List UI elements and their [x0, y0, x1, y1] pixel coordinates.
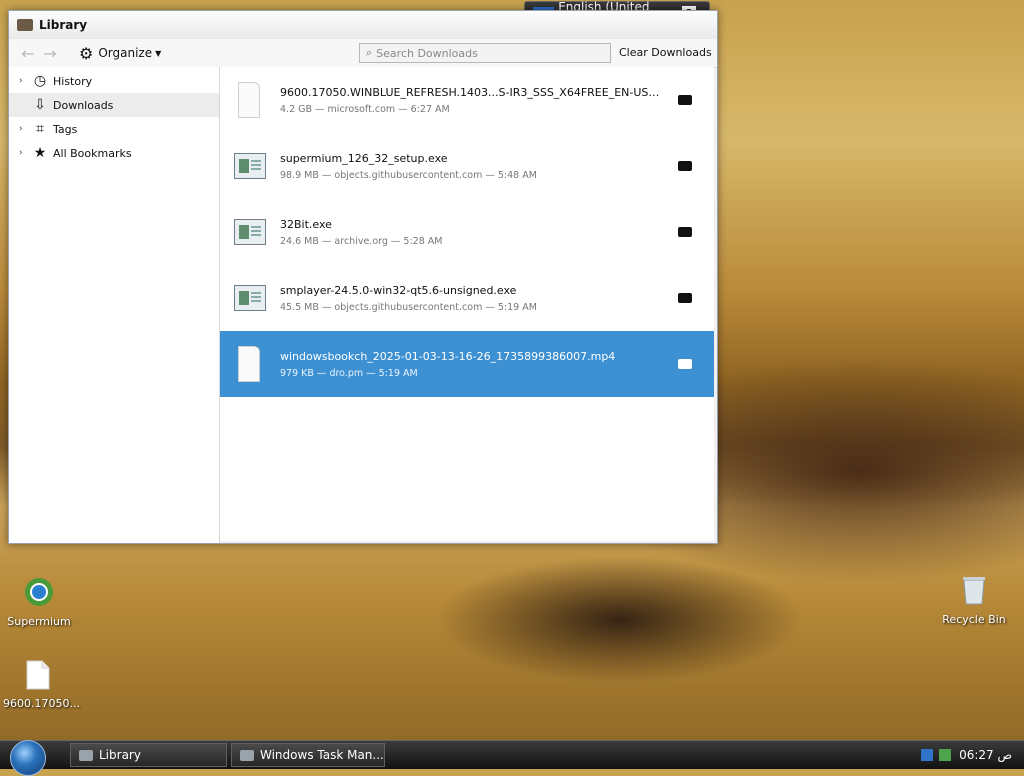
desktop-icon-label: Supermium — [7, 615, 71, 628]
toolbar: ← → ⚙ Organize ▼ ⌕ Search Downloads Clea… — [9, 39, 717, 68]
folder-icon[interactable] — [678, 95, 692, 105]
downloads-list: 9600.17050.WINBLUE_REFRESH.1403...S-IR3_… — [220, 67, 714, 541]
task-manager-icon — [240, 749, 254, 761]
download-name: 32Bit.exe — [280, 217, 332, 231]
library-icon — [17, 19, 33, 31]
sidebar-item-all-bookmarks[interactable]: › ★ All Bookmarks — [9, 141, 219, 165]
expand-arrow-icon[interactable]: › — [19, 76, 31, 86]
gear-icon: ⚙ — [79, 43, 94, 63]
library-window[interactable]: Library ← → ⚙ Organize ▼ ⌕ Search Downlo… — [8, 10, 718, 544]
start-button[interactable] — [10, 740, 46, 776]
download-icon: ⇩ — [34, 97, 46, 113]
sidebar-item-label: Tags — [53, 122, 78, 136]
download-item[interactable]: 9600.17050.WINBLUE_REFRESH.1403...S-IR3_… — [220, 67, 714, 133]
sidebar: › ◷ History ⇩ Downloads › ⌗ Tags › ★ All… — [9, 67, 220, 543]
folder-icon[interactable] — [678, 227, 692, 237]
title-bar[interactable]: Library — [9, 11, 717, 39]
window-title: Library — [39, 18, 88, 32]
clock-icon: ◷ — [33, 73, 47, 89]
document-icon — [238, 346, 260, 382]
search-placeholder: Search Downloads — [376, 46, 478, 60]
taskbar-button-label: Library — [99, 748, 141, 762]
folder-icon[interactable] — [678, 161, 692, 171]
download-meta: 979 KB — dro.pm — 5:19 AM — [280, 367, 418, 379]
tray-icon[interactable] — [921, 749, 934, 761]
folder-icon[interactable] — [678, 359, 692, 369]
file-icon — [3, 660, 73, 693]
clock[interactable]: 06:27 ص — [959, 748, 1012, 762]
search-icon: ⌕ — [366, 46, 373, 59]
sidebar-item-label: History — [53, 74, 93, 88]
sidebar-item-downloads[interactable]: ⇩ Downloads — [9, 93, 219, 117]
expand-arrow-icon[interactable]: › — [19, 124, 31, 134]
document-icon — [238, 82, 260, 118]
download-meta: 98.9 MB — objects.githubusercontent.com … — [280, 169, 537, 181]
forward-icon[interactable]: → — [39, 44, 61, 63]
desktop-icon-label: Recycle Bin — [942, 613, 1006, 626]
supermium-icon — [4, 576, 74, 611]
taskbar-button-library[interactable]: Library — [70, 743, 227, 767]
sidebar-item-label: All Bookmarks — [53, 146, 132, 160]
sidebar-item-tags[interactable]: › ⌗ Tags — [9, 117, 219, 141]
download-name: windowsbookch_2025-01-03-13-16-26_173589… — [280, 349, 616, 363]
download-item[interactable]: supermium_126_32_setup.exe 98.9 MB — obj… — [220, 133, 714, 199]
desktop-icon-file[interactable]: 9600.17050... — [3, 660, 80, 710]
taskbar-button-task-manager[interactable]: Windows Task Man... — [231, 743, 385, 767]
sidebar-item-history[interactable]: › ◷ History — [9, 69, 219, 93]
library-icon — [79, 749, 93, 761]
search-input[interactable]: ⌕ Search Downloads — [359, 43, 611, 63]
sidebar-item-label: Downloads — [53, 98, 114, 112]
organize-button[interactable]: ⚙ Organize ▼ — [79, 44, 161, 63]
download-name: supermium_126_32_setup.exe — [280, 151, 448, 165]
network-icon[interactable] — [939, 749, 952, 761]
desktop-icon-supermium[interactable]: Supermium — [4, 576, 74, 628]
exe-icon — [234, 153, 266, 179]
exe-icon — [234, 219, 266, 245]
download-item[interactable]: 32Bit.exe 24.6 MB — archive.org — 5:28 A… — [220, 199, 714, 265]
download-name: 9600.17050.WINBLUE_REFRESH.1403...S-IR3_… — [280, 85, 660, 99]
download-meta: 45.5 MB — objects.githubusercontent.com … — [280, 301, 537, 313]
folder-icon[interactable] — [678, 293, 692, 303]
download-name: smplayer-24.5.0-win32-qt5.6-unsigned.exe — [280, 283, 517, 297]
expand-arrow-icon[interactable]: › — [19, 148, 31, 158]
organize-label: Organize — [98, 46, 153, 60]
back-icon[interactable]: ← — [17, 44, 39, 63]
tag-icon: ⌗ — [36, 121, 44, 137]
download-item[interactable]: smplayer-24.5.0-win32-qt5.6-unsigned.exe… — [220, 265, 714, 331]
system-tray: 06:27 ص — [921, 741, 1024, 769]
taskbar-button-label: Windows Task Man... — [260, 748, 384, 762]
exe-icon — [234, 285, 266, 311]
recycle-bin-icon — [939, 574, 1009, 609]
taskbar: Library Windows Task Man... 06:27 ص — [0, 740, 1024, 776]
download-item-selected[interactable]: windowsbookch_2025-01-03-13-16-26_173589… — [220, 331, 714, 397]
download-meta: 4.2 GB — microsoft.com — 6:27 AM — [280, 103, 450, 115]
clear-downloads-button[interactable]: Clear Downloads — [619, 46, 712, 59]
chevron-down-icon: ▼ — [155, 48, 162, 58]
star-icon: ★ — [33, 145, 47, 161]
desktop-icon-recycle-bin[interactable]: Recycle Bin — [939, 574, 1009, 626]
desktop-icon-label: 9600.17050... — [3, 697, 80, 710]
download-meta: 24.6 MB — archive.org — 5:28 AM — [280, 235, 443, 247]
